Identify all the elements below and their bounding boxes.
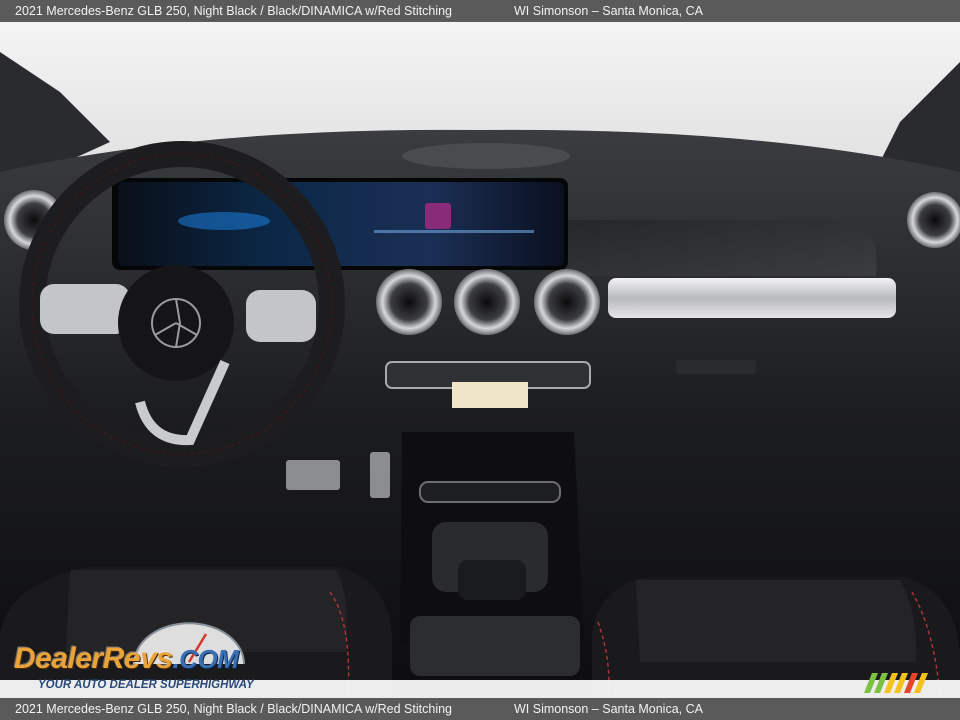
right-wheel-controls — [246, 290, 316, 342]
interior-photo — [0, 22, 960, 698]
bottom-caption-bar: 2021 Mercedes-Benz GLB 250, Night Black … — [0, 698, 960, 720]
airbag-label — [452, 382, 528, 408]
glovebox-handle — [676, 360, 756, 374]
watermark-brand: DealerRevs — [14, 642, 173, 675]
center-vent-right — [534, 269, 600, 335]
vehicle-title-footer: 2021 Mercedes-Benz GLB 250, Night Black … — [15, 702, 452, 716]
center-vent-left — [376, 269, 442, 335]
dealer-name: WI Simonson – Santa Monica, CA — [514, 4, 703, 18]
armrest — [410, 616, 580, 676]
passenger-seat-insert — [636, 580, 917, 662]
palm-rest — [458, 560, 526, 600]
left-wheel-controls — [40, 284, 130, 334]
vehicle-title: 2021 Mercedes-Benz GLB 250, Night Black … — [15, 4, 452, 18]
wireless-charger-trim — [419, 481, 561, 503]
top-caption-bar: 2021 Mercedes-Benz GLB 250, Night Black … — [0, 0, 960, 22]
carbon-trim — [566, 220, 877, 276]
watermark-domain: .COM — [172, 644, 239, 674]
dealer-name-footer: WI Simonson – Santa Monica, CA — [514, 702, 703, 716]
accelerator-pedal — [370, 452, 390, 498]
album-art — [425, 203, 451, 229]
chrome-trim — [608, 278, 896, 318]
watermark-logo: DealerRevs.COM — [14, 642, 239, 676]
center-vent-middle — [454, 269, 520, 335]
brake-pedal — [286, 460, 340, 490]
hud-recess — [402, 143, 570, 169]
watermark-tagline: YOUR AUTO DEALER SUPERHIGHWAY — [38, 679, 254, 691]
dashboard-illustration — [0, 22, 960, 698]
watermark-stripes-icon — [864, 673, 928, 693]
